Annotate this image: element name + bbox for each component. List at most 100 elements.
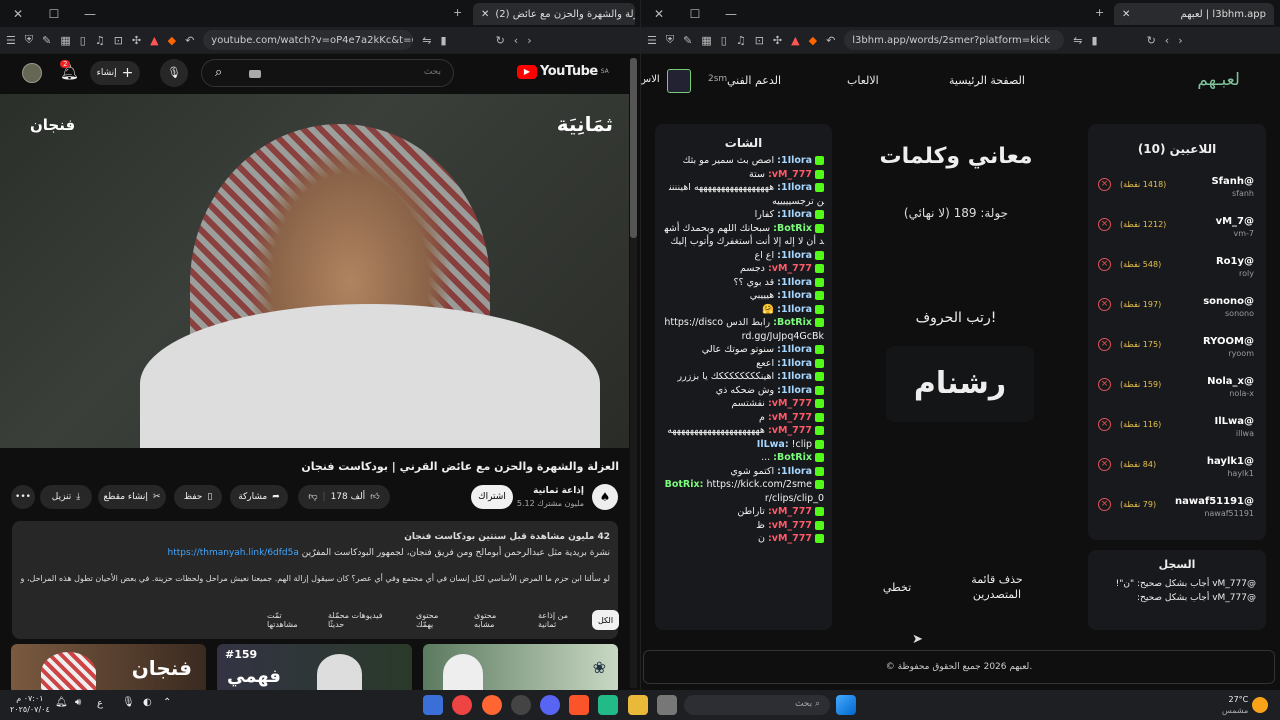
extension-icon[interactable]: ✎ <box>683 34 692 47</box>
bookmark-icon[interactable]: ▮ <box>1092 34 1098 47</box>
related-thumbnail-3[interactable]: فنجان <box>11 644 206 690</box>
nav-extra[interactable]: الاس <box>641 74 660 85</box>
collections-icon[interactable]: ▦ <box>701 34 711 47</box>
scrollbar-thumb[interactable] <box>630 58 637 238</box>
music-icon[interactable]: ♫ <box>736 34 746 47</box>
forward-icon[interactable]: › <box>1178 34 1182 47</box>
collections-icon[interactable]: ▦ <box>60 34 70 47</box>
start-icon[interactable] <box>836 695 856 715</box>
chevron-up-icon[interactable]: ⌃ <box>163 697 171 708</box>
alert-icon[interactable]: ▲ <box>791 34 799 47</box>
search-input[interactable]: ⌕ بحث <box>201 59 454 87</box>
tray-app-icon[interactable]: ◐ <box>143 697 152 708</box>
tune-icon[interactable]: ⇋ <box>422 34 431 47</box>
like-count[interactable]: 178 ألف <box>331 492 366 502</box>
share-button[interactable]: مشاركة ➦ <box>230 485 288 509</box>
menu-icon[interactable]: ☰ <box>6 34 16 47</box>
filter-chip[interactable]: من إذاعة ثمانية <box>530 610 580 630</box>
notification-icon[interactable]: 🔔︎ <box>55 697 68 708</box>
maximize-window-icon[interactable]: ☐ <box>36 7 72 21</box>
remove-player-icon[interactable]: × <box>1098 418 1111 431</box>
language-indicator[interactable]: ع <box>97 698 103 709</box>
filter-chip[interactable]: فيديوهات محمّلة حديثًا <box>320 610 402 630</box>
keyboard-icon[interactable] <box>249 70 261 78</box>
page-scrollbar[interactable] <box>630 58 637 688</box>
filter-chip[interactable]: تمّت مشاهدتها <box>259 610 317 630</box>
youtube-logo[interactable]: ▶ YouTube SA <box>517 64 609 79</box>
reload-history-icon[interactable]: ↶ <box>826 34 835 47</box>
brave-icon[interactable] <box>569 695 589 715</box>
brave-shield-icon[interactable]: ◆ <box>168 34 176 47</box>
taskbar-search[interactable]: ⌕ بحث <box>684 695 830 715</box>
menu-icon[interactable]: ☰ <box>647 34 657 47</box>
discord-icon[interactable] <box>540 695 560 715</box>
tab-youtube[interactable]: ✕ (2) العزلة والشهرة والحزن مع عائض... <box>473 3 635 25</box>
clip-button[interactable]: إنشاء مقطع ✂ <box>98 485 166 509</box>
download-button[interactable]: تنزيل ⤓ <box>40 485 92 509</box>
channel-avatar[interactable]: ♠ <box>592 484 618 510</box>
more-actions-button[interactable]: ••• <box>11 485 35 509</box>
back-icon[interactable]: ‹ <box>1165 34 1169 47</box>
task-view-icon[interactable] <box>657 695 677 715</box>
bookmark-icon[interactable]: ▮ <box>441 34 447 47</box>
channel-name[interactable]: إذاعة ثمانية <box>533 486 584 496</box>
sidebar-icon[interactable]: ▯ <box>721 34 727 47</box>
close-tab-icon[interactable]: ✕ <box>1122 9 1130 20</box>
sidebar-icon[interactable]: ▯ <box>80 34 86 47</box>
close-window-icon[interactable]: ✕ <box>641 7 677 21</box>
remove-player-icon[interactable]: × <box>1098 378 1111 391</box>
filter-chip[interactable]: الكل <box>592 610 619 630</box>
mic-tray-icon[interactable]: 🎙︎ <box>122 697 135 708</box>
remove-player-icon[interactable]: × <box>1098 298 1111 311</box>
nav-support[interactable]: الدعم الفني <box>727 74 781 87</box>
remove-player-icon[interactable]: × <box>1098 258 1111 271</box>
avatar[interactable] <box>22 63 42 83</box>
address-bar[interactable]: youtube.com/watch?v=oP4e7a2kKc&t=6... <box>203 30 414 50</box>
forward-icon[interactable]: › <box>527 34 531 47</box>
remove-player-icon[interactable]: × <box>1098 178 1111 191</box>
puzzle-icon[interactable]: ✣ <box>132 34 141 47</box>
video-player[interactable]: فنجان ثمَانِيَة <box>0 94 629 448</box>
screenshot-icon[interactable]: ⊡ <box>114 34 123 47</box>
close-window-icon[interactable]: ✕ <box>0 7 36 21</box>
like-icon[interactable]: 👍︎ <box>370 492 379 502</box>
skip-button[interactable]: تخطي <box>877 581 917 594</box>
save-button[interactable]: حفظ ▯ <box>174 485 222 509</box>
close-tab-icon[interactable]: ✕ <box>481 9 489 20</box>
related-thumbnail-1[interactable]: ❀ <box>423 644 618 690</box>
create-button[interactable]: إنشاء + <box>90 61 140 85</box>
minimize-window-icon[interactable]: — <box>72 7 108 21</box>
nav-home[interactable]: الصفحة الرئيسية <box>949 74 1025 87</box>
volume-icon[interactable]: 🔊︎ <box>75 697 81 708</box>
maximize-window-icon[interactable]: ☐ <box>677 7 713 21</box>
alert-icon[interactable]: ▲ <box>150 34 158 47</box>
tab-l3bhm[interactable]: ✕ لعبهم | l3bhm.app <box>1114 3 1274 25</box>
puzzle-icon[interactable]: ✣ <box>773 34 782 47</box>
address-bar[interactable]: l3bhm.app/words/2smer?platform=kick <box>844 30 1065 50</box>
music-icon[interactable]: ♫ <box>95 34 105 47</box>
shield-icon[interactable]: ⛨ <box>666 33 674 47</box>
store-icon[interactable] <box>598 695 618 715</box>
subscribe-button[interactable]: اشتراك <box>471 485 513 509</box>
obs-icon[interactable] <box>511 695 531 715</box>
clock[interactable]: ٠٧:٠١ م ٢٠٢٥/٠٧/٠٤ <box>10 693 50 715</box>
clear-leaderboard-button[interactable]: حذف قائمة المتصدرين <box>957 572 1037 602</box>
file-explorer-icon[interactable] <box>628 695 648 715</box>
user-avatar[interactable] <box>667 69 691 93</box>
site-logo[interactable]: لعبـهم <box>1197 70 1240 90</box>
reload-icon[interactable]: ↻ <box>1147 34 1156 47</box>
reload-icon[interactable]: ↻ <box>496 34 505 47</box>
shield-icon[interactable]: ⛨ <box>25 33 33 47</box>
nav-games[interactable]: الالعاب <box>847 74 879 87</box>
desc-link[interactable]: https://thmanyah.link/6dfd5a <box>167 548 298 558</box>
remove-player-icon[interactable]: × <box>1098 218 1111 231</box>
minimize-window-icon[interactable]: — <box>713 7 749 21</box>
firefox-icon[interactable] <box>482 695 502 715</box>
tune-icon[interactable]: ⇋ <box>1073 34 1082 47</box>
weather[interactable]: 27°C مشمس <box>1222 694 1248 716</box>
search-icon[interactable]: ⌕ <box>215 65 222 80</box>
filter-chip[interactable]: محتوى مشابه <box>466 610 522 630</box>
screenshot-icon[interactable]: ⊡ <box>755 34 764 47</box>
related-thumbnail-2[interactable]: #159 فهمي <box>217 644 412 690</box>
reload-history-icon[interactable]: ↶ <box>185 34 194 47</box>
